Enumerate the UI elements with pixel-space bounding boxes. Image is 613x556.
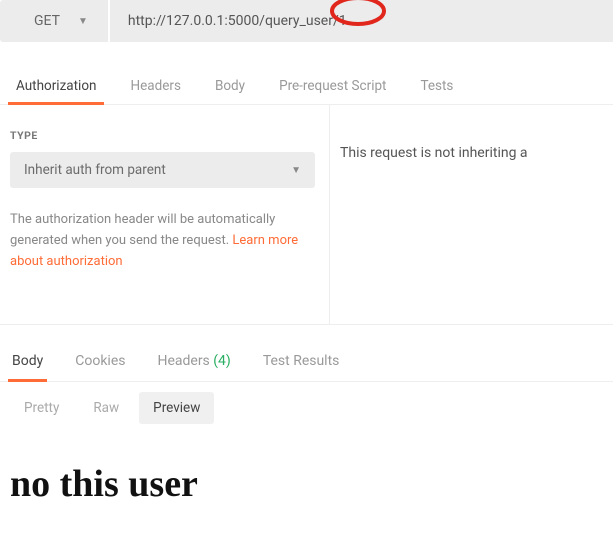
response-headers-label: Headers bbox=[157, 353, 213, 369]
tab-tests[interactable]: Tests bbox=[412, 68, 461, 104]
response-tab-body[interactable]: Body bbox=[8, 341, 47, 381]
response-tab-headers[interactable]: Headers (4) bbox=[153, 341, 234, 381]
tab-authorization[interactable]: Authorization bbox=[8, 68, 104, 104]
auth-type-value: Inherit auth from parent bbox=[24, 162, 166, 178]
url-input[interactable]: http://127.0.0.1:5000/query_user/1 bbox=[110, 0, 613, 42]
response-body-preview: no this user bbox=[0, 434, 613, 516]
tab-headers[interactable]: Headers bbox=[122, 68, 188, 104]
auth-help-text: The authorization header will be automat… bbox=[10, 210, 319, 272]
view-preview[interactable]: Preview bbox=[139, 392, 214, 424]
auth-inherit-message: This request is not inheriting a bbox=[340, 145, 528, 161]
auth-left-pane: TYPE Inherit auth from parent ▼ The auth… bbox=[0, 105, 330, 324]
http-method-label: GET bbox=[34, 13, 60, 29]
view-pretty[interactable]: Pretty bbox=[10, 392, 73, 424]
chevron-down-icon: ▼ bbox=[78, 16, 88, 27]
response-tab-cookies[interactable]: Cookies bbox=[71, 341, 129, 381]
request-bar: GET ▼ http://127.0.0.1:5000/query_user/1 bbox=[0, 0, 613, 42]
url-value: http://127.0.0.1:5000/query_user/1 bbox=[128, 13, 347, 29]
response-headers-count: (4) bbox=[213, 353, 231, 369]
http-method-select[interactable]: GET ▼ bbox=[0, 0, 108, 42]
request-tabs: Authorization Headers Body Pre-request S… bbox=[0, 68, 613, 105]
tab-prerequest-script[interactable]: Pre-request Script bbox=[271, 68, 394, 104]
auth-right-pane: This request is not inheriting a bbox=[330, 105, 613, 324]
auth-type-label: TYPE bbox=[10, 129, 319, 142]
view-raw[interactable]: Raw bbox=[79, 392, 133, 424]
chevron-down-icon: ▼ bbox=[291, 165, 301, 176]
auth-type-select[interactable]: Inherit auth from parent ▼ bbox=[10, 152, 315, 188]
tab-body[interactable]: Body bbox=[207, 68, 253, 104]
authorization-panel: TYPE Inherit auth from parent ▼ The auth… bbox=[0, 105, 613, 325]
response-tabs: Body Cookies Headers (4) Test Results bbox=[0, 341, 613, 382]
response-tab-test-results[interactable]: Test Results bbox=[259, 341, 344, 381]
response-view-modes: Pretty Raw Preview bbox=[0, 382, 613, 434]
